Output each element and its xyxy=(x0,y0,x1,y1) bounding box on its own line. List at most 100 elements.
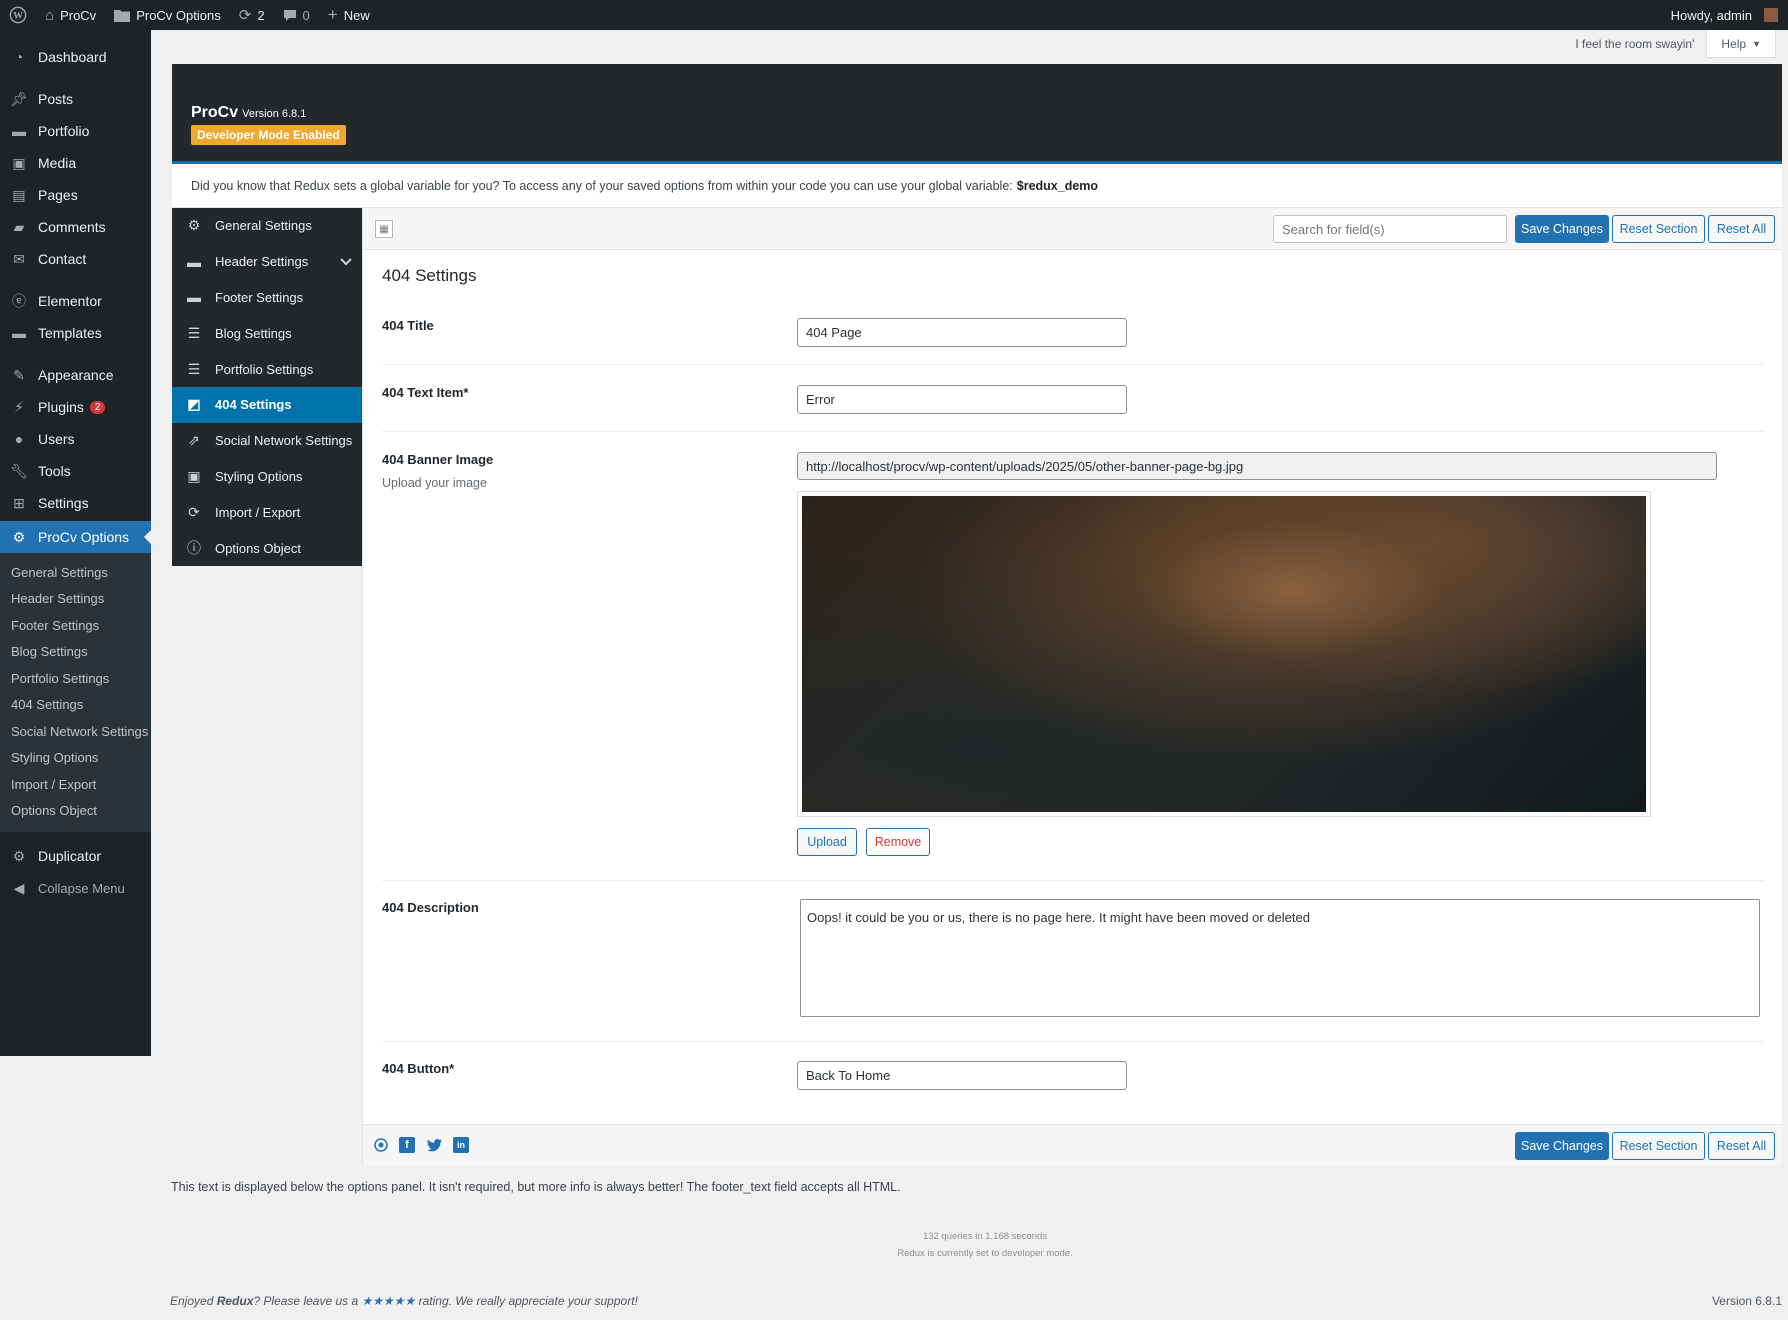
tagline: I feel the room swayin' xyxy=(1575,37,1695,51)
options-footer-text: This text is displayed below the options… xyxy=(171,1180,901,1194)
twitter-icon[interactable] xyxy=(426,1137,442,1153)
menu-item-templates[interactable]: ▬ Templates xyxy=(0,317,151,349)
submenu-item-blog[interactable]: Blog Settings xyxy=(0,639,151,666)
section-tab-import-export[interactable]: ⟳ Import / Export xyxy=(172,494,362,530)
save-changes-button[interactable]: Save Changes xyxy=(1515,215,1609,243)
section-tab-blog[interactable]: ☰ Blog Settings xyxy=(172,315,362,351)
chevron-down-icon[interactable] xyxy=(340,255,352,269)
facebook-icon[interactable]: f xyxy=(399,1137,415,1153)
section-tab-portfolio[interactable]: ☰ Portfolio Settings xyxy=(172,351,362,387)
collapse-menu-button[interactable]: ◀ Collapse Menu xyxy=(0,872,151,904)
tab-label: Import / Export xyxy=(215,504,301,520)
updates-link[interactable]: ⟳ 2 xyxy=(230,0,274,30)
reset-all-button-bottom[interactable]: Reset All xyxy=(1708,1132,1775,1160)
share-icon: ⇗ xyxy=(188,432,200,449)
updates-icon: ⟳ xyxy=(238,7,252,24)
remove-button[interactable]: Remove xyxy=(866,828,930,856)
menu-label: Users xyxy=(38,431,75,447)
wp-logo-button[interactable]: W xyxy=(0,0,36,30)
options-link[interactable]: ProCv Options xyxy=(105,0,230,30)
tab-label: 404 Settings xyxy=(215,397,292,413)
redux-toolbar: ▦ Save Changes Reset Section Reset All xyxy=(363,208,1782,250)
menu-item-procv-options[interactable]: ⚙ ProCv Options xyxy=(0,521,152,553)
submenu-item-import-export[interactable]: Import / Export xyxy=(0,771,151,798)
field-sub-banner: Upload your image xyxy=(382,476,487,490)
menu-label: Collapse Menu xyxy=(38,880,125,896)
menu-item-settings[interactable]: ⊞ Settings xyxy=(0,487,151,519)
upload-button[interactable]: Upload xyxy=(797,828,857,856)
duplicator-icon: ⚙ xyxy=(12,847,26,864)
section-tab-footer[interactable]: ▬ Footer Settings xyxy=(172,280,362,316)
menu-item-posts[interactable]: 📌︎ Posts xyxy=(0,83,151,115)
submenu-item-general[interactable]: General Settings xyxy=(0,559,151,586)
redux-header: ProCv Version 6.8.1 Developer Mode Enable… xyxy=(172,64,1782,164)
section-tab-styling[interactable]: ▣ Styling Options xyxy=(172,459,362,495)
description-textarea[interactable]: Oops! it could be you or us, there is no… xyxy=(800,899,1760,1017)
menu-item-contact[interactable]: ✉ Contact xyxy=(0,243,151,275)
menu-item-duplicator[interactable]: ⚙ Duplicator xyxy=(0,840,151,872)
help-label: Help xyxy=(1721,36,1747,51)
submenu-item-footer[interactable]: Footer Settings xyxy=(0,612,151,639)
banner-image xyxy=(802,496,1646,812)
new-content-link[interactable]: + New xyxy=(319,0,379,30)
tab-label: General Settings xyxy=(215,218,312,234)
menu-label: Posts xyxy=(38,91,74,107)
title-input[interactable] xyxy=(797,318,1127,347)
submenu-item-options-object[interactable]: Options Object xyxy=(0,798,151,825)
field-search-input[interactable] xyxy=(1273,215,1507,243)
chart-icon: ◩ xyxy=(187,396,201,413)
section-tab-404[interactable]: ◩ 404 Settings xyxy=(172,386,362,423)
help-button[interactable]: Help ▼ xyxy=(1706,30,1776,58)
procv-submenu: General Settings Header Settings Footer … xyxy=(0,553,151,832)
menu-item-comments[interactable]: ▰ Comments xyxy=(0,211,151,243)
comments-link[interactable]: 0 xyxy=(274,0,319,30)
menu-item-users[interactable]: ● Users xyxy=(0,423,151,455)
section-tab-options-object[interactable]: ⓘ Options Object xyxy=(172,530,362,566)
reset-section-button[interactable]: Reset Section xyxy=(1612,215,1705,243)
menu-item-portfolio[interactable]: ▬ Portfolio xyxy=(0,115,151,147)
section-tab-general[interactable]: ⚙ General Settings xyxy=(172,208,362,244)
menu-item-pages[interactable]: ▤ Pages xyxy=(0,179,151,211)
text-item-input[interactable] xyxy=(797,385,1127,414)
tab-label: Social Network Settings xyxy=(215,433,353,449)
menu-item-media[interactable]: ▣ Media xyxy=(0,147,151,179)
options-title: ProCv Version 6.8.1 xyxy=(191,104,306,122)
linkedin-icon[interactable]: in xyxy=(453,1137,469,1153)
rating-prompt: Enjoyed Redux? Please leave us a ★★★★★ r… xyxy=(170,1294,638,1308)
menu-item-dashboard[interactable]: ◔ Dashboard xyxy=(0,41,151,73)
submenu-item-portfolio[interactable]: Portfolio Settings xyxy=(0,665,151,692)
field-label-button: 404 Button* xyxy=(382,1061,455,1076)
submenu-item-404[interactable]: 404 Settings xyxy=(0,692,151,719)
intro-text: Did you know that Redux sets a global va… xyxy=(191,178,1013,193)
user-icon: ● xyxy=(14,431,24,447)
reset-all-button[interactable]: Reset All xyxy=(1708,215,1775,243)
menu-item-tools[interactable]: 🔧︎ Tools xyxy=(0,455,151,487)
reset-section-button-bottom[interactable]: Reset Section xyxy=(1612,1132,1705,1160)
banner-url-input[interactable] xyxy=(797,452,1717,480)
menu-item-elementor[interactable]: ⓔ Elementor xyxy=(0,285,151,317)
my-account-link[interactable]: Howdy, admin xyxy=(1662,0,1788,30)
menu-item-appearance[interactable]: ✎ Appearance xyxy=(0,359,151,391)
svg-text:W: W xyxy=(13,11,23,22)
info-icon: ⓘ xyxy=(187,540,201,557)
expand-options-icon[interactable]: ▦ xyxy=(375,220,393,238)
dev-mode-badge: Developer Mode Enabled xyxy=(191,125,346,145)
section-tab-header[interactable]: ▬ Header Settings xyxy=(172,244,362,280)
button-text-input[interactable] xyxy=(797,1061,1127,1090)
field-label-banner: 404 Banner Image xyxy=(382,452,494,467)
save-changes-button-bottom[interactable]: Save Changes xyxy=(1515,1132,1609,1160)
menu-label: Appearance xyxy=(38,367,114,383)
menu-label: Comments xyxy=(38,219,106,235)
site-name-link[interactable]: ⌂ ProCv xyxy=(36,0,105,30)
submenu-item-header[interactable]: Header Settings xyxy=(0,586,151,613)
redux-logo-icon[interactable] xyxy=(373,1137,389,1153)
submenu-item-social[interactable]: Social Network Settings xyxy=(0,718,151,745)
menu-item-plugins[interactable]: ⚡︎ Plugins 2 xyxy=(0,391,151,423)
dashboard-icon: ◔ xyxy=(14,49,24,65)
submenu-item-styling[interactable]: Styling Options xyxy=(0,745,151,772)
refresh-icon: ⟳ xyxy=(188,503,200,520)
section-tab-social[interactable]: ⇗ Social Network Settings xyxy=(172,423,362,459)
field-divider xyxy=(382,364,1764,365)
plus-icon: + xyxy=(327,5,338,24)
rating-stars-link[interactable]: ★★★★★ xyxy=(362,1294,416,1308)
